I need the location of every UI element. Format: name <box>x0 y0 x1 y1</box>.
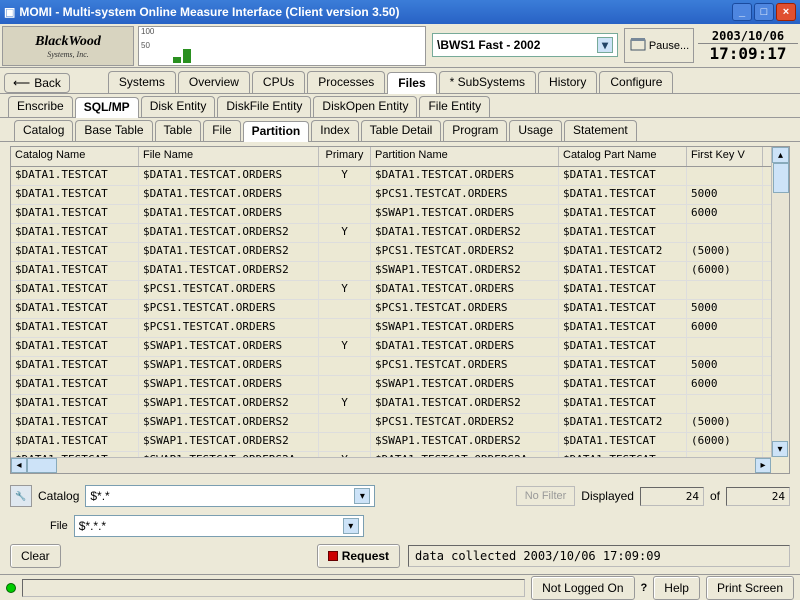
titlebar: ▣ MOMI - Multi-system Online Measure Int… <box>0 0 800 24</box>
maximize-button[interactable]: □ <box>754 3 774 21</box>
close-button[interactable]: × <box>776 3 796 21</box>
file-label: File <box>50 520 68 532</box>
table-row[interactable]: $DATA1.TESTCAT$SWAP1.TESTCAT.ORDERS2Y$DA… <box>11 395 771 414</box>
subtab2-file[interactable]: File <box>203 120 240 141</box>
table-row[interactable]: $DATA1.TESTCAT$PCS1.TESTCAT.ORDERSY$DATA… <box>11 281 771 300</box>
status-led-icon <box>6 583 16 593</box>
vendor-logo: BlackWood Systems, Inc. <box>2 26 134 66</box>
print-screen-button[interactable]: Print Screen <box>706 576 794 600</box>
sub-tabbar-2: CatalogBase TableTableFilePartitionIndex… <box>0 118 800 142</box>
subtab-file-entity[interactable]: File Entity <box>419 96 490 117</box>
scroll-thumb[interactable] <box>773 163 789 193</box>
table-row[interactable]: $DATA1.TESTCAT$PCS1.TESTCAT.ORDERS$PCS1.… <box>11 300 771 319</box>
catalog-dropdown[interactable]: $*.* ▾ <box>85 485 375 507</box>
column-header[interactable]: First Key V <box>687 147 763 166</box>
status-bar <box>22 579 525 597</box>
table-row[interactable]: $DATA1.TESTCAT$SWAP1.TESTCAT.ORDERS2$SWA… <box>11 433 771 452</box>
subtab2-base-table[interactable]: Base Table <box>75 120 152 141</box>
table-row[interactable]: $DATA1.TESTCAT$SWAP1.TESTCAT.ORDERSY$DAT… <box>11 338 771 357</box>
window-title: MOMI - Multi-system Online Measure Inter… <box>19 5 730 19</box>
app-icon: ▣ <box>4 5 15 19</box>
sub-tabbar: EnscribeSQL/MPDisk EntityDiskFile Entity… <box>0 94 800 118</box>
subtab2-catalog[interactable]: Catalog <box>14 120 73 141</box>
table-row[interactable]: $DATA1.TESTCAT$SWAP1.TESTCAT.ORDERS$SWAP… <box>11 376 771 395</box>
grid-header: Catalog NameFile NamePrimaryPartition Na… <box>11 147 789 167</box>
subtab-disk-entity[interactable]: Disk Entity <box>141 96 216 117</box>
table-row[interactable]: $DATA1.TESTCAT$DATA1.TESTCAT.ORDERSY$DAT… <box>11 167 771 186</box>
catalog-label: Catalog <box>38 489 79 503</box>
chevron-down-icon[interactable]: ▾ <box>354 488 370 504</box>
subtab2-table[interactable]: Table <box>155 120 202 141</box>
back-button[interactable]: ⟵ Back <box>4 73 70 93</box>
scroll-down-icon[interactable]: ▾ <box>772 441 788 457</box>
tab-cpus[interactable]: CPUs <box>252 71 305 93</box>
tab--subsystems[interactable]: * SubSystems <box>439 71 536 93</box>
tab-processes[interactable]: Processes <box>307 71 385 93</box>
table-row[interactable]: $DATA1.TESTCAT$SWAP1.TESTCAT.ORDERS$PCS1… <box>11 357 771 376</box>
clear-button[interactable]: Clear <box>10 544 61 568</box>
table-row[interactable]: $DATA1.TESTCAT$DATA1.TESTCAT.ORDERS$PCS1… <box>11 186 771 205</box>
column-header[interactable]: Primary <box>319 147 371 166</box>
chevron-down-icon[interactable]: ▾ <box>343 518 359 534</box>
subtab-diskfile-entity[interactable]: DiskFile Entity <box>217 96 311 117</box>
tab-configure[interactable]: Configure <box>599 71 673 93</box>
scroll-up-icon[interactable]: ▴ <box>772 147 789 163</box>
table-row[interactable]: $DATA1.TESTCAT$SWAP1.TESTCAT.ORDERS2$PCS… <box>11 414 771 433</box>
column-header[interactable]: Catalog Name <box>11 147 139 166</box>
table-row[interactable]: $DATA1.TESTCAT$PCS1.TESTCAT.ORDERS$SWAP1… <box>11 319 771 338</box>
minimize-button[interactable]: _ <box>732 3 752 21</box>
help-button[interactable]: Help <box>653 576 700 600</box>
total-count: 24 <box>726 487 790 506</box>
subtab-enscribe[interactable]: Enscribe <box>8 96 73 117</box>
stop-icon <box>328 551 338 561</box>
table-row[interactable]: $DATA1.TESTCAT$DATA1.TESTCAT.ORDERS2Y$DA… <box>11 224 771 243</box>
subtab2-index[interactable]: Index <box>311 120 358 141</box>
main-tabbar: ⟵ Back SystemsOverviewCPUsProcessesFiles… <box>0 68 800 94</box>
subtab2-usage[interactable]: Usage <box>509 120 562 141</box>
data-grid: Catalog NameFile NamePrimaryPartition Na… <box>10 146 790 474</box>
scroll-left-icon[interactable]: ◂ <box>11 458 27 473</box>
tab-files[interactable]: Files <box>387 72 436 94</box>
grid-body[interactable]: $DATA1.TESTCAT$DATA1.TESTCAT.ORDERSY$DAT… <box>11 167 771 457</box>
scroll-thumb-h[interactable] <box>27 458 57 473</box>
tab-systems[interactable]: Systems <box>108 71 176 93</box>
back-arrow-icon: ⟵ <box>13 76 30 90</box>
scroll-right-icon[interactable]: ▸ <box>755 458 771 473</box>
displayed-count: 24 <box>640 487 704 506</box>
subtab2-partition[interactable]: Partition <box>243 121 310 142</box>
status-line: data collected 2003/10/06 17:09:09 <box>408 545 790 567</box>
file-dropdown[interactable]: $*.*.* ▾ <box>74 515 364 537</box>
activity-graph[interactable]: 100 50 <box>138 26 426 66</box>
column-header[interactable]: File Name <box>139 147 319 166</box>
column-header[interactable]: Catalog Part Name <box>559 147 687 166</box>
displayed-label: Displayed <box>581 489 634 503</box>
subtab2-program[interactable]: Program <box>443 120 507 141</box>
system-selector[interactable]: \BWS1 Fast - 2002 ▾ <box>432 33 618 57</box>
chevron-down-icon[interactable]: ▾ <box>597 37 613 53</box>
subtab2-statement[interactable]: Statement <box>564 120 637 141</box>
subtab-diskopen-entity[interactable]: DiskOpen Entity <box>313 96 417 117</box>
tool-icon[interactable]: 🔧 <box>10 485 32 507</box>
horizontal-scrollbar[interactable]: ◂ ▸ <box>11 457 771 473</box>
table-row[interactable]: $DATA1.TESTCAT$DATA1.TESTCAT.ORDERS$SWAP… <box>11 205 771 224</box>
tab-overview[interactable]: Overview <box>178 71 250 93</box>
vertical-scrollbar[interactable]: ▴ ▾ <box>771 147 789 457</box>
tab-history[interactable]: History <box>538 71 597 93</box>
subtab2-table-detail[interactable]: Table Detail <box>361 120 442 141</box>
table-row[interactable]: $DATA1.TESTCAT$DATA1.TESTCAT.ORDERS2$SWA… <box>11 262 771 281</box>
pause-button[interactable]: Pause... <box>624 28 694 63</box>
bottom-bar: Not Logged On ? Help Print Screen <box>0 574 800 600</box>
no-filter-button[interactable]: No Filter <box>516 486 576 506</box>
request-button[interactable]: Request <box>317 544 400 568</box>
clock: 2003/10/06 17:09:17 <box>698 26 798 65</box>
subtab-sql-mp[interactable]: SQL/MP <box>75 97 139 118</box>
column-header[interactable]: Partition Name <box>371 147 559 166</box>
table-row[interactable]: $DATA1.TESTCAT$DATA1.TESTCAT.ORDERS2$PCS… <box>11 243 771 262</box>
help-question-icon[interactable]: ? <box>641 582 648 594</box>
login-status-button[interactable]: Not Logged On <box>531 576 634 600</box>
